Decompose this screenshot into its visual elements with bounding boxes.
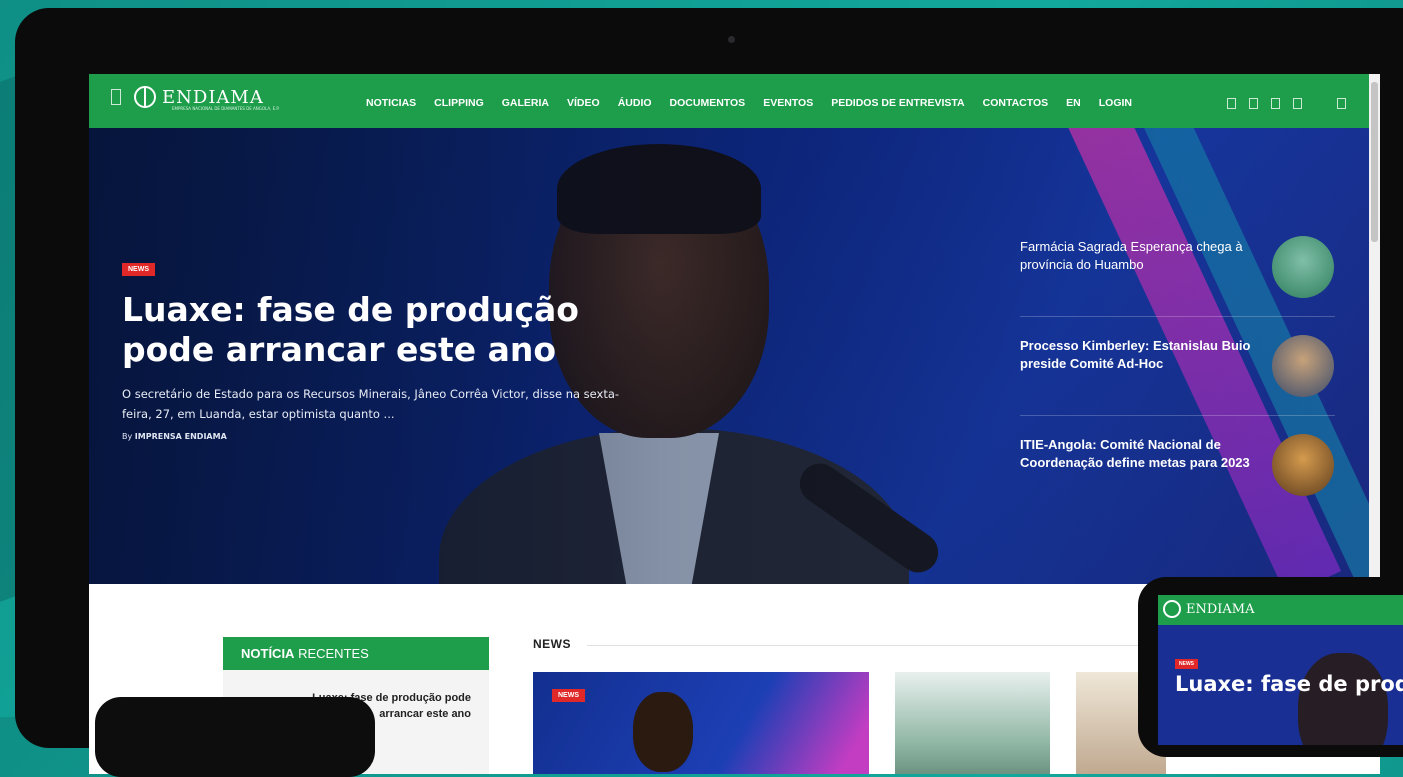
nav-item-audio[interactable]: ÁUDIO <box>618 97 652 109</box>
nav-item-video[interactable]: VÍDEO <box>567 97 600 109</box>
byline-prefix: By <box>122 432 133 441</box>
nav-item-language[interactable]: EN <box>1066 97 1081 109</box>
main-menu: NOTICIAS CLIPPING GALERIA VÍDEO ÁUDIO DO… <box>366 97 1132 109</box>
side-news-item[interactable]: Farmácia Sagrada Esperança chega à proví… <box>1020 236 1335 317</box>
side-news-title[interactable]: ITIE-Angola: Comité Nacional de Coordena… <box>1020 436 1260 472</box>
news-thumbnail[interactable] <box>895 672 1050 774</box>
side-news-list: Farmácia Sagrada Esperança chega à proví… <box>1020 236 1335 534</box>
recent-news-heading: NOTÍCIA RECENTES <box>223 637 489 670</box>
side-news-thumbnail[interactable] <box>1272 335 1334 397</box>
nav-item-contactos[interactable]: CONTACTOS <box>983 97 1049 109</box>
social-icons <box>1227 98 1302 109</box>
recent-heading-rest: RECENTES <box>294 646 369 661</box>
scrollbar-thumb[interactable] <box>1371 82 1378 242</box>
tablet-device: ENDIAMA NEWS Luaxe: fase de prod <box>1138 577 1403 757</box>
logo-mark-icon <box>134 86 156 108</box>
category-badge[interactable]: NEWS <box>122 263 155 276</box>
side-news-thumbnail[interactable] <box>1272 434 1334 496</box>
youtube-icon[interactable] <box>1271 98 1280 109</box>
side-news-item[interactable]: ITIE-Angola: Comité Nacional de Coordena… <box>1020 434 1335 514</box>
instagram-icon[interactable] <box>1293 98 1302 109</box>
byline-author[interactable]: IMPRENSA ENDIAMA <box>135 432 227 441</box>
search-icon[interactable] <box>1337 98 1346 109</box>
top-navigation: ENDIAMA EMPRESA NACIONAL DE DIAMANTES DE… <box>89 74 1369 128</box>
news-featured-image[interactable]: NEWS <box>533 672 869 774</box>
hero-excerpt: O secretário de Estado para os Recursos … <box>122 387 620 421</box>
facebook-icon[interactable] <box>1227 98 1236 109</box>
logo-mark-icon <box>1163 600 1181 618</box>
tablet-nav: ENDIAMA <box>1158 595 1403 625</box>
side-news-title[interactable]: Farmácia Sagrada Esperança chega à proví… <box>1020 238 1260 274</box>
hero-section: NEWS Luaxe: fase de produção pode arranc… <box>89 128 1369 584</box>
section-divider <box>587 645 1207 646</box>
news-section-heading: NEWS <box>533 637 571 651</box>
menu-icon[interactable] <box>111 89 121 105</box>
scrollbar[interactable] <box>1369 74 1380 584</box>
tablet-screen: ENDIAMA NEWS Luaxe: fase de prod <box>1158 595 1403 745</box>
side-news-thumbnail[interactable] <box>1272 236 1334 298</box>
tablet-hero-title: Luaxe: fase de prod <box>1175 672 1403 696</box>
hero-byline: By IMPRENSA ENDIAMA <box>122 432 642 441</box>
side-news-item[interactable]: Processo Kimberley: Estanislau Buio pres… <box>1020 335 1335 416</box>
nav-item-documentos[interactable]: DOCUMENTOS <box>670 97 746 109</box>
logo-text: ENDIAMA <box>162 86 264 108</box>
nav-item-clipping[interactable]: CLIPPING <box>434 97 484 109</box>
nav-item-galeria[interactable]: GALERIA <box>502 97 549 109</box>
category-badge[interactable]: NEWS <box>552 689 585 702</box>
nav-item-login[interactable]: LOGIN <box>1099 97 1132 109</box>
nav-item-eventos[interactable]: EVENTOS <box>763 97 813 109</box>
recent-heading-bold: NOTÍCIA <box>241 646 295 661</box>
hero-article: NEWS Luaxe: fase de produção pode arranc… <box>122 256 642 441</box>
tablet-logo-text: ENDIAMA <box>1186 602 1255 617</box>
site-logo[interactable]: ENDIAMA EMPRESA NACIONAL DE DIAMANTES DE… <box>134 86 279 111</box>
hero-title[interactable]: Luaxe: fase de produção pode arrancar es… <box>122 290 642 370</box>
nav-item-pedidos-de-entrevista[interactable]: PEDIDOS DE ENTREVISTA <box>831 97 964 109</box>
twitter-icon[interactable] <box>1249 98 1258 109</box>
category-badge: NEWS <box>1175 659 1198 669</box>
phone-device <box>95 697 375 777</box>
logo-subtitle: EMPRESA NACIONAL DE DIAMANTES DE ANGOLA,… <box>172 106 280 111</box>
camera <box>728 36 735 43</box>
nav-item-noticias[interactable]: NOTICIAS <box>366 97 416 109</box>
side-news-title[interactable]: Processo Kimberley: Estanislau Buio pres… <box>1020 337 1260 373</box>
